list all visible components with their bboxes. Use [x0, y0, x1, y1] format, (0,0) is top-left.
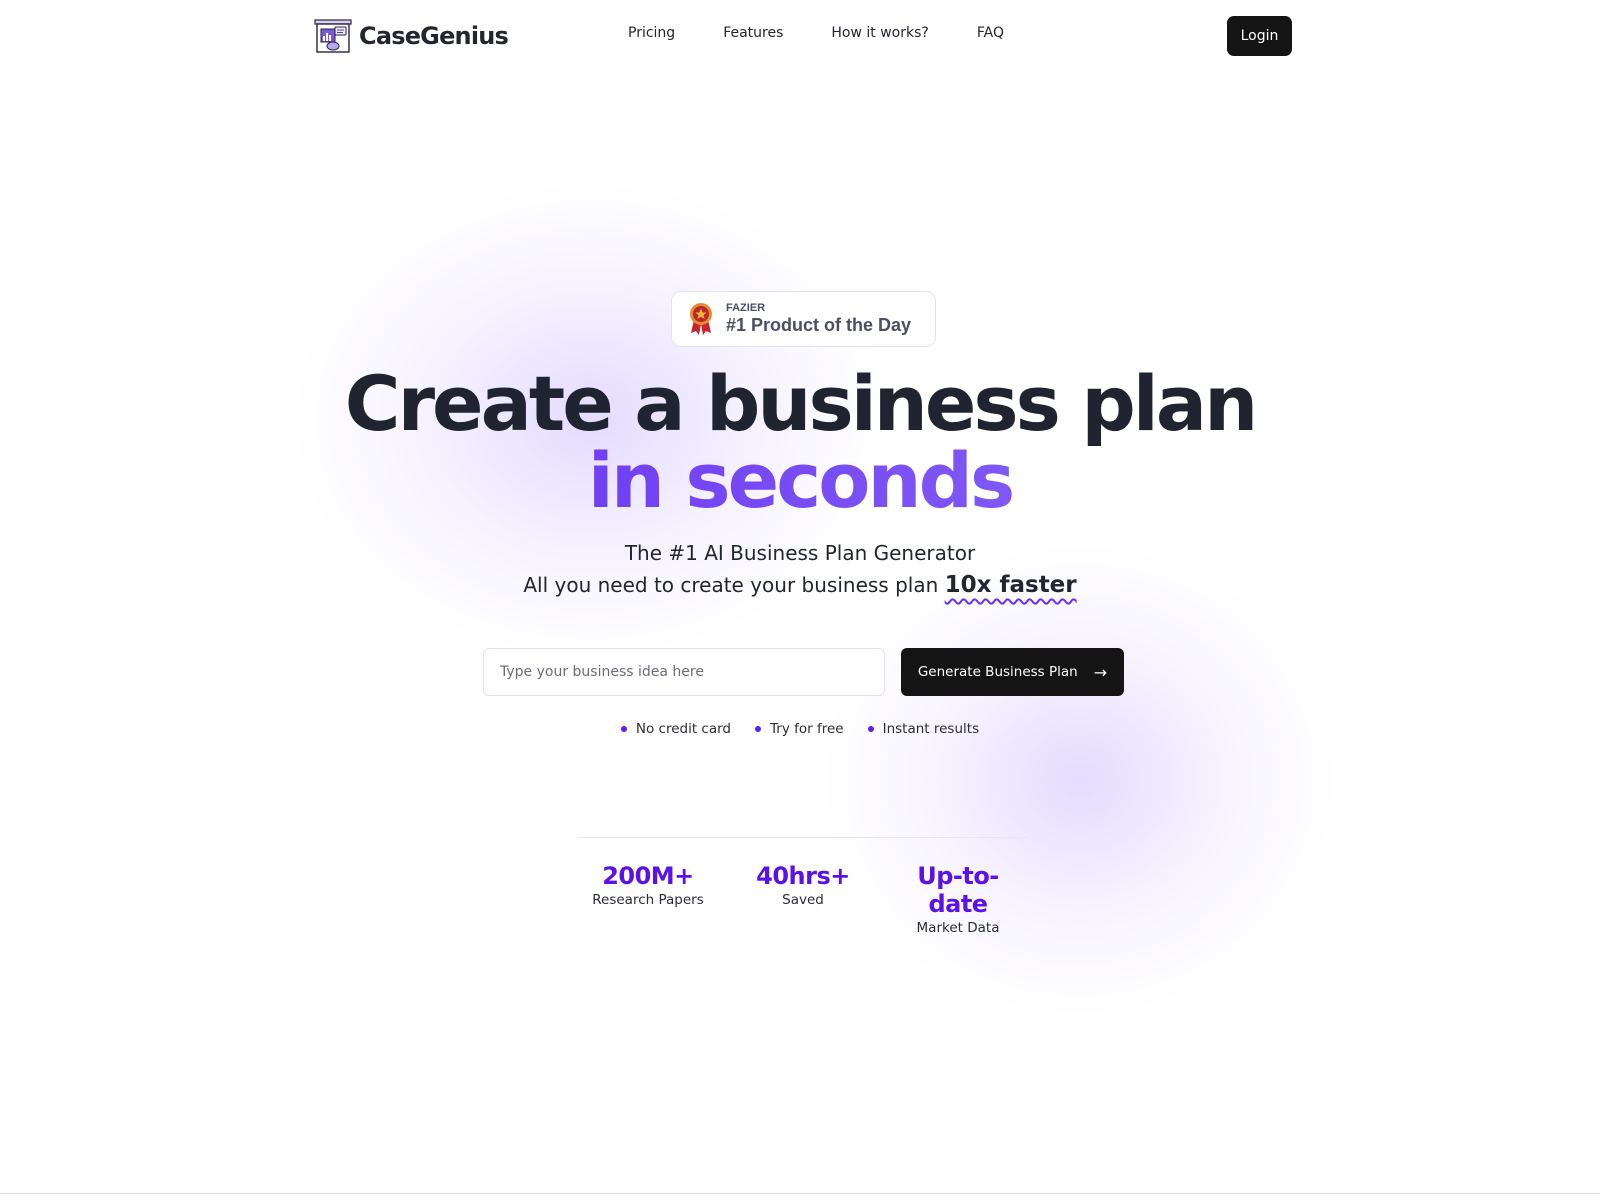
stat-item: 200M+ Research Papers: [578, 862, 718, 936]
badge-source: FAZIER: [726, 302, 766, 314]
perk-label: No credit card: [635, 721, 732, 737]
logo-icon: [314, 19, 352, 53]
perks-list: No credit card Try for free Instant resu…: [0, 721, 1600, 737]
subtitle-line-1: The #1 AI Business Plan Generator: [624, 541, 976, 565]
headline-line-1: Create a business plan: [344, 359, 1258, 448]
nav-link-how-it-works[interactable]: How it works?: [831, 25, 928, 41]
perk-item: Try for free: [755, 721, 844, 737]
stat-item: 40hrs+ Saved: [733, 862, 873, 936]
badge-text: FAZIER #1 Product of the Day: [726, 302, 911, 336]
logo[interactable]: CaseGenius: [313, 18, 509, 54]
nav-links: Pricing Features How it works? FAQ: [628, 25, 1004, 41]
subtitle-highlight: 10x faster: [944, 572, 1077, 598]
hero-headline: Create a business plan in seconds: [0, 359, 1600, 519]
subtitle-line-2-text: All you need to create your business pla…: [523, 573, 939, 597]
hero-subtitle: The #1 AI Business Plan Generator All yo…: [0, 538, 1600, 602]
stat-value: Up-to-date: [917, 862, 999, 918]
award-ribbon-icon: [690, 303, 712, 335]
stat-label: Research Papers: [592, 892, 704, 908]
nav-link-pricing[interactable]: Pricing: [628, 25, 675, 41]
stats-row: 200M+ Research Papers 40hrs+ Saved Up-to…: [578, 862, 1028, 936]
stat-item: Up-to-date Market Data: [888, 862, 1028, 936]
bullet-dot-icon: [755, 726, 762, 732]
logo-text: CaseGenius: [359, 22, 509, 50]
stat-value: 200M+: [602, 862, 694, 890]
business-idea-input[interactable]: [483, 648, 885, 696]
product-of-the-day-badge[interactable]: FAZIER #1 Product of the Day: [671, 291, 936, 347]
perk-label: Instant results: [882, 721, 980, 737]
bullet-dot-icon: [867, 726, 874, 732]
generate-business-plan-button[interactable]: Generate Business Plan →: [901, 648, 1124, 696]
headline-line-2: in seconds: [0, 443, 1600, 519]
bullet-dot-icon: [620, 726, 627, 732]
stat-value: 40hrs+: [756, 862, 850, 890]
badge-title: #1 Product of the Day: [726, 315, 912, 335]
generate-button-label: Generate Business Plan: [917, 664, 1078, 680]
perk-label: Try for free: [770, 721, 844, 737]
top-navigation: CaseGenius Pricing Features How it works…: [0, 0, 1600, 72]
stats-divider: [578, 837, 1028, 838]
arrow-right-icon: →: [1093, 662, 1108, 682]
business-idea-form: Generate Business Plan →: [483, 648, 1124, 696]
perk-item: No credit card: [620, 721, 732, 737]
nav-link-features[interactable]: Features: [723, 25, 783, 41]
section-divider: [0, 1193, 1600, 1194]
background-glow-right: [820, 540, 1340, 1020]
stat-label: Saved: [782, 892, 824, 908]
subtitle-line-2: All you need to create your business pla…: [0, 568, 1600, 602]
login-button[interactable]: Login: [1227, 16, 1292, 56]
perk-item: Instant results: [867, 721, 980, 737]
nav-link-faq[interactable]: FAQ: [977, 25, 1004, 41]
stat-label: Market Data: [916, 920, 1000, 936]
